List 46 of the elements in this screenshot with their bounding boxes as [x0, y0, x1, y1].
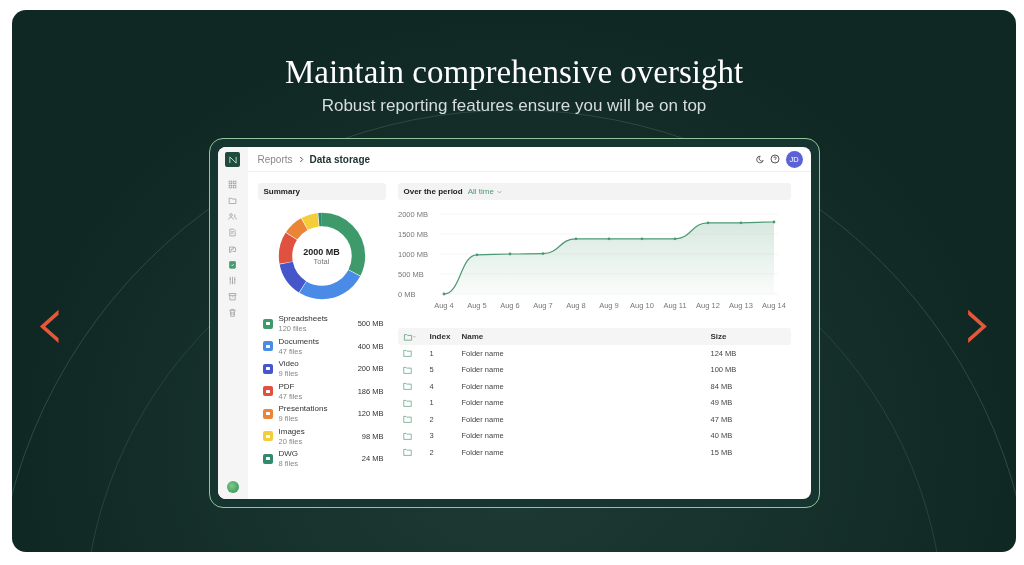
file-type-name: Presentations [278, 404, 329, 415]
people-icon[interactable] [228, 212, 237, 221]
data-point [442, 292, 445, 296]
grid-icon[interactable] [228, 180, 237, 189]
column-header: Name [461, 332, 485, 341]
sliders-icon[interactable] [228, 276, 237, 285]
archive-icon[interactable] [228, 292, 237, 301]
help-icon[interactable] [769, 154, 780, 164]
data-point [772, 220, 775, 224]
clipboard-icon[interactable] [228, 260, 237, 269]
file-type-name: Video [278, 359, 300, 370]
column-header: Size [710, 332, 728, 341]
data-point [739, 221, 742, 225]
hero-subtitle: Robust reporting features ensure you will be on top [321, 96, 707, 116]
data-point [607, 237, 610, 241]
summary-header: Summary [257, 183, 386, 200]
data-point [541, 252, 544, 255]
caret-icon [496, 189, 502, 194]
next-button[interactable]: › [958, 288, 998, 358]
document-icon[interactable] [228, 228, 237, 237]
trash-icon[interactable] [228, 308, 237, 317]
file-type-name: Images [278, 426, 306, 437]
data-point [475, 253, 478, 257]
file-type-name: Spreadsheets [278, 314, 329, 325]
previous-button[interactable]: ‹ [30, 288, 70, 358]
data-point [673, 237, 676, 241]
page-title: Data storage [309, 153, 371, 165]
folder-icon[interactable] [228, 196, 237, 205]
file-type-name: DWG [278, 449, 300, 460]
breadcrumb-link[interactable]: Reports [257, 153, 293, 165]
column-header: Index [429, 332, 452, 341]
period-dropdown[interactable]: All time [467, 187, 502, 196]
logo-icon [225, 152, 240, 167]
hand-icon[interactable] [228, 244, 237, 253]
file-type-name: PDF [278, 381, 296, 392]
file-type-name: Documents [278, 336, 320, 347]
data-point [574, 237, 577, 241]
period-label: Over the period [403, 187, 463, 196]
data-point [706, 221, 709, 225]
total-value: 2000 MB [303, 246, 340, 257]
data-point [508, 252, 511, 256]
hero-title: Maintain comprehensive oversight [284, 53, 744, 92]
moon-icon[interactable] [754, 154, 764, 164]
chevron-icon [298, 155, 304, 163]
data-point [640, 237, 643, 241]
status-avatar[interactable] [226, 481, 239, 493]
